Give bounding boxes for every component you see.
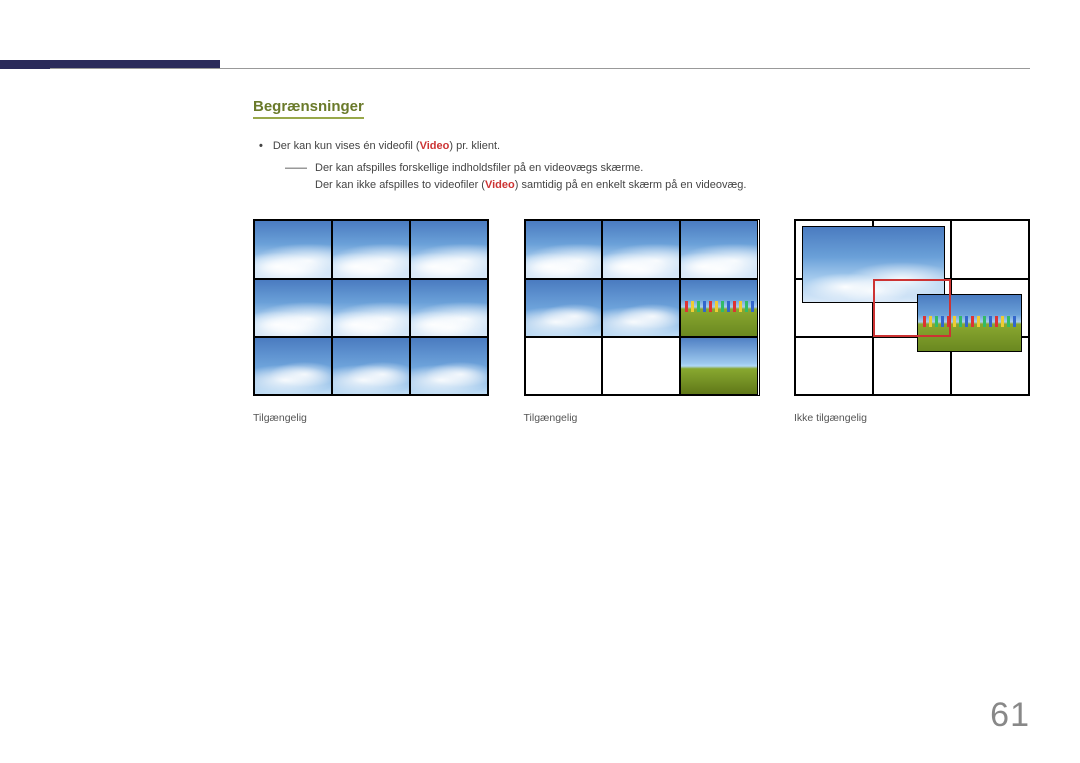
d1-cell (332, 279, 410, 337)
diagrams-row: Tilgængelig Tilgængelig (253, 219, 1030, 424)
bullet-item: • Der kan kun vises én videofil (Video) … (259, 139, 1030, 154)
diagram-3 (794, 219, 1030, 396)
sub-text: Der kan afspilles forskellige indholdsfi… (315, 160, 746, 193)
bullet-pre: Der kan kun vises én videofil ( (273, 140, 420, 152)
diagram-1-caption: Tilgængelig (253, 412, 489, 424)
d1-cell (410, 220, 488, 278)
d3-cell (951, 220, 1029, 278)
diagram-3-block: Ikke tilgængelig (794, 219, 1030, 424)
sub-line2-pre: Der kan ikke afspilles to videofiler ( (315, 179, 485, 191)
d3-cell (795, 337, 873, 395)
d1-cell (254, 279, 332, 337)
bullet-post: ) pr. klient. (449, 140, 500, 152)
d1-cell (332, 220, 410, 278)
d1-cell (410, 279, 488, 337)
d2-cell (525, 337, 603, 395)
bullet-video-word: Video (420, 140, 450, 152)
d2-cell (525, 279, 603, 337)
section-title: Begrænsninger (253, 98, 364, 119)
diagram-1-block: Tilgængelig (253, 219, 489, 424)
bullet-text: Der kan kun vises én videofil (Video) pr… (273, 139, 500, 154)
d3-conflict-outline (873, 279, 951, 337)
d1-cell (332, 337, 410, 395)
d2-cell (602, 279, 680, 337)
diagram-1 (253, 219, 489, 396)
bullet-dot: • (259, 139, 263, 154)
d2-cell (680, 220, 758, 278)
d1-cell (410, 337, 488, 395)
sub-item: ― Der kan afspilles forskellige indholds… (285, 160, 1030, 193)
d2-cell (680, 337, 758, 395)
d2-cell (680, 279, 758, 337)
sub-line1: Der kan afspilles forskellige indholdsfi… (315, 162, 643, 174)
header-rule (50, 68, 1030, 69)
sub-line2-post: ) samtidig på en enkelt skærm på en vide… (515, 179, 747, 191)
page-number: 61 (990, 696, 1030, 735)
sub-line2-video: Video (485, 179, 515, 191)
diagram-3-caption: Ikke tilgængelig (794, 412, 1030, 424)
d1-cell (254, 220, 332, 278)
diagram-2-caption: Tilgængelig (524, 412, 760, 424)
d2-cell (525, 220, 603, 278)
page-content: Begrænsninger • Der kan kun vises én vid… (253, 98, 1030, 424)
diagram-2-block: Tilgængelig (524, 219, 760, 424)
d2-cell (602, 220, 680, 278)
d1-cell (254, 337, 332, 395)
sub-bar-icon: ― (285, 160, 307, 193)
d2-cell (602, 337, 680, 395)
diagram-2 (524, 219, 760, 396)
